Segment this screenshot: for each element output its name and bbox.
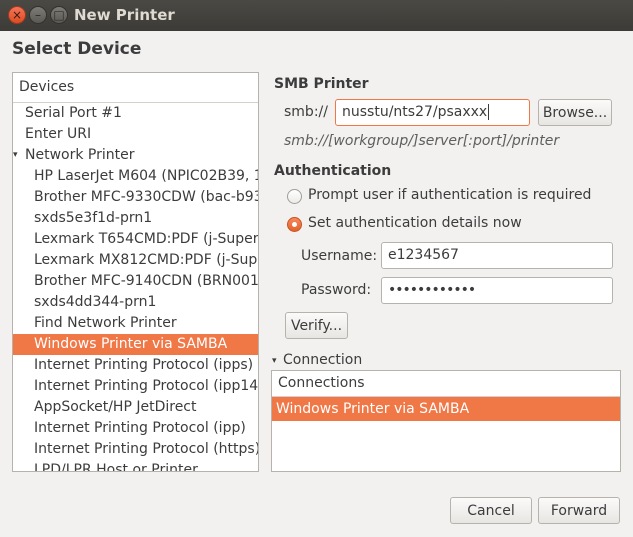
text-cursor	[488, 104, 490, 120]
password-input[interactable]: ••••••••••••	[381, 277, 613, 304]
device-item[interactable]: LPD/LPR Host or Printer	[13, 460, 258, 472]
smb-uri-input[interactable]: nusstu/nts27/psaxxx	[335, 99, 530, 126]
device-item-label: Windows Printer via SAMBA	[34, 336, 228, 352]
device-item[interactable]: Lexmark T654CMD:PDF (j-Super-S	[13, 229, 258, 250]
authentication-heading: Authentication	[274, 163, 392, 179]
device-item-label: Internet Printing Protocol (ipp14)	[34, 378, 258, 394]
device-item-label: Brother MFC-9140CDN (BRN001B	[34, 273, 258, 289]
close-window-icon[interactable]: ×	[8, 6, 26, 24]
password-label: Password:	[301, 282, 372, 298]
prompt-user-radio[interactable]	[287, 189, 302, 204]
device-item[interactable]: Internet Printing Protocol (https)	[13, 439, 258, 460]
browse-button[interactable]: Browse...	[538, 99, 612, 126]
connection-expander-icon[interactable]: ▾	[272, 356, 277, 366]
devices-list[interactable]: Devices Serial Port #1 Enter URI ▾ Network …	[12, 72, 259, 472]
password-value: ••••••••••••	[388, 282, 476, 298]
connections-list[interactable]: Connections Windows Printer via SAMBA	[271, 370, 621, 472]
page-title: Select Device	[12, 39, 142, 59]
device-item[interactable]: Serial Port #1	[13, 103, 258, 124]
prompt-user-label[interactable]: Prompt user if authentication is require…	[308, 187, 591, 203]
device-item-label: sxds5e3f1d-prn1	[34, 210, 153, 226]
window-title: New Printer	[74, 6, 175, 24]
connection-item[interactable]: Windows Printer via SAMBA	[272, 397, 620, 421]
device-item[interactable]: AppSocket/HP JetDirect	[13, 397, 258, 418]
smb-prefix-label: smb://	[284, 104, 328, 120]
device-item-label: Find Network Printer	[34, 315, 177, 331]
device-item-label: sxds4dd344-prn1	[34, 294, 157, 310]
device-item[interactable]: sxds5e3f1d-prn1	[13, 208, 258, 229]
device-item[interactable]: Internet Printing Protocol (ipp14)	[13, 376, 258, 397]
device-item-label: Lexmark MX812CMD:PDF (j-Super	[34, 252, 258, 268]
device-item[interactable]: Brother MFC-9330CDW (bac-b9333	[13, 187, 258, 208]
device-item-label: Enter URI	[25, 126, 92, 142]
device-item[interactable]: Internet Printing Protocol (ipp)	[13, 418, 258, 439]
expander-icon[interactable]: ▾	[13, 145, 25, 166]
verify-button[interactable]: Verify...	[285, 312, 348, 339]
device-item-label: Internet Printing Protocol (https)	[34, 441, 258, 457]
minimize-window-icon[interactable]: –	[29, 6, 47, 24]
device-item[interactable]: Windows Printer via SAMBA	[13, 334, 258, 355]
device-item[interactable]: HP LaserJet M604 (NPIC02B39, 17	[13, 166, 258, 187]
connections-list-header[interactable]: Connections	[272, 371, 620, 397]
devices-list-header[interactable]: Devices	[13, 73, 258, 103]
username-label: Username:	[301, 248, 378, 264]
window-titlebar: × – □ New Printer	[0, 0, 633, 31]
set-auth-now-label[interactable]: Set authentication details now	[308, 215, 522, 231]
device-item[interactable]: ▾ Network Printer	[13, 145, 258, 166]
smb-uri-format-hint: smb://[workgroup/]server[:port]/printer	[284, 133, 560, 149]
connection-expander-label[interactable]: Connection	[283, 352, 362, 368]
device-item[interactable]: Lexmark MX812CMD:PDF (j-Super	[13, 250, 258, 271]
device-items: Serial Port #1 Enter URI ▾ Network Printer H…	[13, 103, 258, 472]
username-input[interactable]: e1234567	[381, 242, 613, 269]
cancel-button[interactable]: Cancel	[450, 497, 532, 524]
device-item-label: Internet Printing Protocol (ipps)	[34, 357, 254, 373]
device-item[interactable]: Internet Printing Protocol (ipps)	[13, 355, 258, 376]
device-item-label: Network Printer	[25, 147, 135, 163]
device-item-label: Serial Port #1	[25, 105, 122, 121]
maximize-window-icon[interactable]: □	[50, 6, 68, 24]
device-item[interactable]: Find Network Printer	[13, 313, 258, 334]
device-item-label: LPD/LPR Host or Printer	[34, 462, 198, 472]
set-auth-now-radio[interactable]	[287, 217, 302, 232]
cancel-button-label: Cancel	[467, 502, 515, 519]
device-item[interactable]: Enter URI	[13, 124, 258, 145]
device-item-label: HP LaserJet M604 (NPIC02B39, 17	[34, 168, 258, 184]
device-item-label: AppSocket/HP JetDirect	[34, 399, 197, 415]
device-item[interactable]: sxds4dd344-prn1	[13, 292, 258, 313]
device-item-label: Internet Printing Protocol (ipp)	[34, 420, 246, 436]
smb-printer-heading: SMB Printer	[274, 76, 369, 92]
device-item[interactable]: Brother MFC-9140CDN (BRN001B	[13, 271, 258, 292]
forward-button[interactable]: Forward	[538, 497, 620, 524]
username-value: e1234567	[388, 247, 459, 263]
device-item-label: Lexmark T654CMD:PDF (j-Super-S	[34, 231, 258, 247]
smb-uri-value: nusstu/nts27/psaxxx	[342, 104, 488, 120]
device-item-label: Brother MFC-9330CDW (bac-b9333	[34, 189, 258, 205]
forward-button-label: Forward	[550, 502, 608, 519]
